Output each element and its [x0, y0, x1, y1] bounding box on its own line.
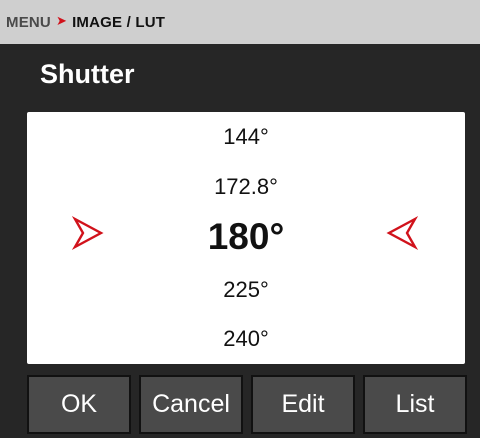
shutter-picker[interactable]: 144° 172.8° 180° 225° 240° [27, 112, 465, 364]
picker-option[interactable]: 240° [27, 326, 465, 352]
page-title: Shutter [40, 59, 135, 89]
selection-arrow-right-icon [71, 215, 104, 251]
selection-arrow-left-icon [386, 215, 419, 251]
list-button[interactable]: List [363, 375, 467, 434]
picker-option[interactable]: 144° [27, 124, 465, 150]
picker-option[interactable]: 172.8° [27, 174, 465, 200]
breadcrumb-root[interactable]: MENU [6, 14, 51, 31]
breadcrumb-current: IMAGE / LUT [72, 13, 166, 31]
button-bar: OK Cancel Edit List [27, 375, 467, 438]
ok-button[interactable]: OK [27, 375, 131, 434]
breadcrumb: MENU ➤ IMAGE / LUT [0, 0, 480, 44]
picker-option[interactable]: 225° [27, 277, 465, 303]
chevron-right-icon: ➤ [55, 13, 68, 28]
cancel-button[interactable]: Cancel [139, 375, 243, 434]
edit-button[interactable]: Edit [251, 375, 355, 434]
